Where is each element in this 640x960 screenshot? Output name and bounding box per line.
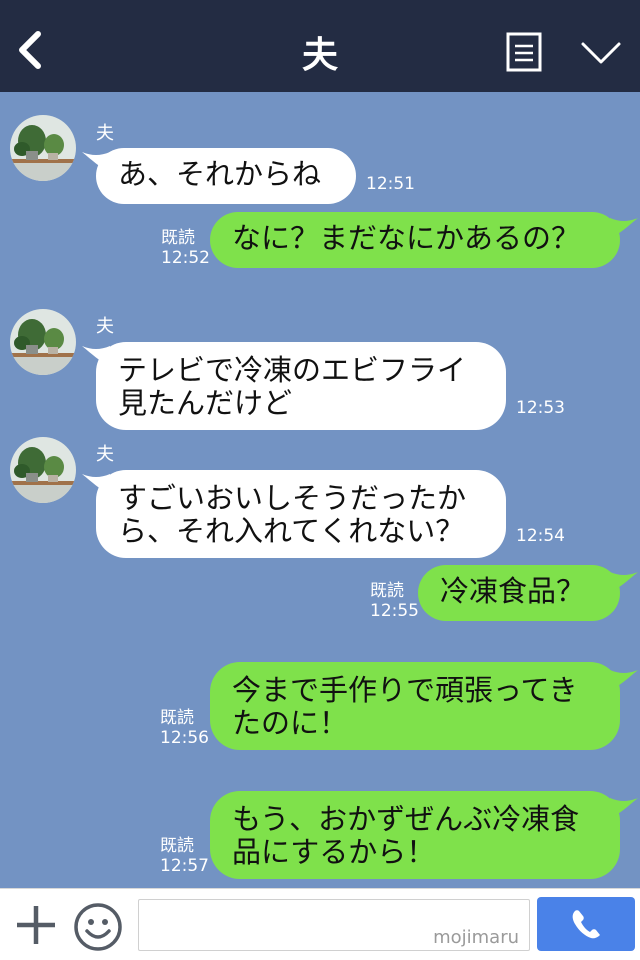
bubble-tail: [610, 798, 638, 818]
sender-name: 夫: [96, 444, 114, 465]
avatar[interactable]: [10, 115, 76, 181]
plus-icon[interactable]: [14, 903, 58, 947]
message-time: 12:55: [370, 601, 419, 621]
chat-area[interactable]: 夫 あ、それからね 12:51 既読 12:52 なに？まだなにかあるの？ 夫 …: [0, 92, 640, 888]
menu-list-icon[interactable]: [506, 32, 542, 72]
watermark: mojimaru: [433, 927, 519, 948]
message-time: 12:51: [366, 174, 415, 194]
chat-header: 夫: [0, 0, 640, 92]
chevron-down-icon[interactable]: [580, 40, 622, 66]
read-receipt: 既読: [370, 581, 404, 601]
read-receipt: 既読: [161, 228, 195, 248]
message-bubble-outgoing[interactable]: 今まで手作りで頑張ってき たのに！: [210, 662, 620, 750]
avatar[interactable]: [10, 437, 76, 503]
message-bubble-outgoing[interactable]: もう、おかずぜんぶ冷凍食 品にするから！: [210, 791, 620, 879]
plant-avatar-icon: [10, 309, 76, 375]
bubble-tail: [610, 670, 638, 690]
read-receipt: 既読: [160, 836, 194, 856]
smiley-icon[interactable]: [72, 901, 124, 953]
message-time: 12:52: [161, 248, 210, 268]
message-input[interactable]: mojimaru: [138, 899, 530, 951]
chat-title: 夫: [301, 35, 338, 76]
message-bubble-outgoing[interactable]: なに？まだなにかあるの？: [210, 212, 620, 268]
plant-avatar-icon: [10, 115, 76, 181]
message-time: 12:56: [160, 728, 209, 748]
bubble-tail: [610, 572, 638, 592]
bubble-tail: [610, 218, 638, 238]
sender-name: 夫: [96, 316, 114, 337]
phone-icon: [572, 910, 600, 939]
message-bubble-outgoing[interactable]: 冷凍食品？: [418, 565, 620, 621]
message-time: 12:53: [516, 398, 565, 418]
message-composer: mojimaru: [0, 888, 640, 960]
message-bubble-incoming[interactable]: テレビで冷凍のエビフライ 見たんだけど: [96, 342, 506, 430]
read-receipt: 既読: [160, 708, 194, 728]
message-time: 12:57: [160, 856, 209, 876]
message-bubble-incoming[interactable]: すごいおいしそうだったか ら、それ入れてくれない？: [96, 470, 506, 558]
message-time: 12:54: [516, 526, 565, 546]
message-bubble-incoming[interactable]: あ、それからね: [96, 148, 356, 204]
sender-name: 夫: [96, 123, 114, 144]
call-button[interactable]: [537, 897, 635, 951]
avatar[interactable]: [10, 309, 76, 375]
plant-avatar-icon: [10, 437, 76, 503]
